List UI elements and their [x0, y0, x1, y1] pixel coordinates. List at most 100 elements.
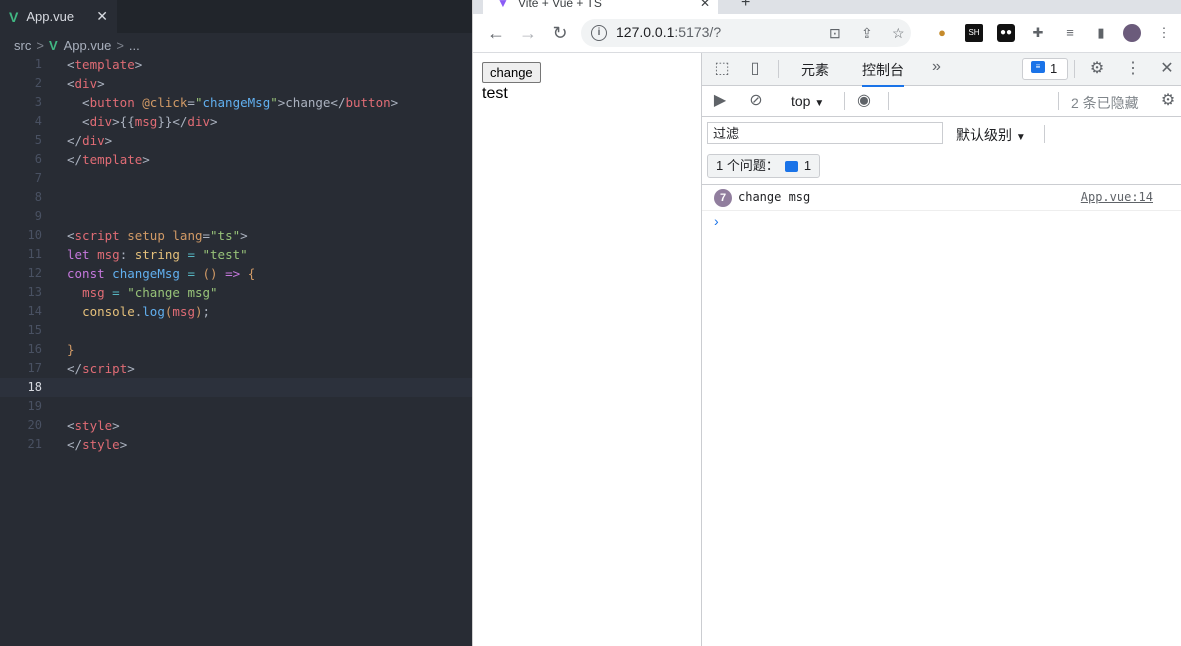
code-token: >	[127, 361, 135, 376]
code-token: changeMsg	[112, 266, 180, 281]
code-token: </	[67, 361, 83, 376]
side-panel-icon[interactable]: ▮	[1092, 24, 1110, 42]
share-icon[interactable]: ⇪	[861, 25, 873, 42]
line-code: <div>{{msg}}</div>	[67, 112, 217, 131]
extension-sh-icon[interactable]: SH	[965, 24, 983, 42]
clear-console-icon[interactable]: ⊘	[746, 91, 766, 111]
code-line[interactable]: 14 console.log(msg);	[0, 302, 472, 321]
reload-icon[interactable]: ↻	[549, 22, 571, 44]
eye-icon[interactable]: ◉	[854, 91, 874, 111]
star-icon[interactable]: ☆	[892, 25, 905, 42]
issues-label: 1 个问题：	[716, 158, 779, 173]
gear-icon[interactable]: ⚙	[1087, 59, 1107, 79]
breadcrumb-file[interactable]: App.vue	[64, 38, 112, 53]
code-token: @click	[142, 95, 188, 110]
code-line[interactable]: 7	[0, 169, 472, 188]
avatar[interactable]	[1123, 24, 1141, 42]
console-settings-gear-icon[interactable]: ⚙	[1158, 91, 1178, 111]
forward-arrow-icon[interactable]: →	[517, 22, 539, 44]
code-editor[interactable]: V App.vue ✕ src > V App.vue > ... 1 <temp…	[0, 0, 472, 646]
console-message-text: change msg	[738, 190, 811, 204]
breadcrumb-more[interactable]: ...	[129, 38, 140, 53]
code-line[interactable]: 19	[0, 397, 472, 416]
change-button[interactable]: change	[482, 62, 541, 83]
code-line[interactable]: 13 msg = "change msg"	[0, 283, 472, 302]
code-line[interactable]: 9	[0, 207, 472, 226]
source-link[interactable]: App.vue:14	[1081, 190, 1153, 204]
line-number: 19	[27, 399, 42, 413]
code-line[interactable]: 2 <div>	[0, 74, 472, 93]
divider	[1044, 125, 1045, 143]
code-token: div	[82, 133, 105, 148]
issues-badge[interactable]: ≡ 1	[1022, 58, 1068, 80]
line-number: 14	[27, 304, 42, 318]
line-code: console.log(msg);	[67, 302, 210, 321]
inspect-icon[interactable]: ⬚	[712, 59, 732, 79]
code-token: =>	[225, 266, 241, 281]
sidebar-toggle-icon[interactable]: ▶	[710, 91, 730, 111]
filter-input[interactable]: 过滤	[707, 122, 943, 144]
cookie-icon[interactable]: ●	[933, 24, 951, 42]
code-line[interactable]: 17 </script>	[0, 359, 472, 378]
editor-tab-bar: V App.vue ✕	[0, 0, 472, 33]
code-line[interactable]: 18	[0, 378, 472, 397]
code-token: style	[82, 437, 120, 452]
browser-tab[interactable]: ▼ Vite + Vue + TS ✕	[483, 0, 718, 14]
code-line[interactable]: 5 </div>	[0, 131, 472, 150]
line-code: </template>	[67, 150, 150, 169]
line-number: 21	[27, 437, 42, 451]
line-number: 7	[34, 171, 42, 185]
code-token: msg	[134, 114, 158, 129]
code-token: msg	[82, 285, 105, 300]
url-text[interactable]: 127.0.0.1:5173/?	[616, 24, 721, 40]
info-icon[interactable]: i	[591, 25, 607, 41]
code-token: msg	[97, 247, 120, 262]
code-line[interactable]: 11 let msg: string = "test"	[0, 245, 472, 264]
code-token: >	[240, 228, 248, 243]
issues-count-button[interactable]: 1 个问题： 1	[707, 154, 821, 178]
tab-elements[interactable]: 元素	[801, 60, 829, 80]
editor-tab-app-vue[interactable]: V App.vue ✕	[0, 0, 117, 33]
line-code: const changeMsg = () => {	[67, 264, 255, 283]
close-icon[interactable]: ✕	[1157, 59, 1177, 79]
media-list-icon[interactable]: ≡	[1061, 24, 1079, 42]
code-line[interactable]: 6 </template>	[0, 150, 472, 169]
more-tabs-icon[interactable]: »	[932, 58, 941, 76]
extension-eyes-icon[interactable]: ●●	[997, 24, 1015, 42]
code-line[interactable]: 16}	[0, 340, 472, 359]
log-level-select[interactable]: 默认级别 ▼	[956, 125, 1026, 145]
breadcrumb-folder[interactable]: src	[14, 38, 31, 53]
code-line[interactable]: 20 <style>	[0, 416, 472, 435]
code-line[interactable]: 15	[0, 321, 472, 340]
back-arrow-icon[interactable]: ←	[485, 22, 507, 44]
code-line[interactable]: 1 <template>	[0, 55, 472, 74]
code-token: <	[67, 418, 75, 433]
tab-console[interactable]: 控制台	[862, 60, 904, 87]
context-select[interactable]: top ▼	[791, 93, 824, 109]
code-area[interactable]: 1 <template> 2 <div> 3 <button @click="chang…	[0, 55, 472, 454]
close-icon[interactable]: ✕	[700, 0, 710, 10]
code-line[interactable]: 4 <div>{{msg}}</div>	[0, 112, 472, 131]
translate-icon[interactable]: ⊡	[829, 25, 841, 42]
close-icon[interactable]: ✕	[96, 8, 108, 25]
browser-tab-strip: ▼ Vite + Vue + TS ✕ +	[473, 0, 1181, 14]
new-tab-button[interactable]: +	[741, 0, 750, 12]
kebab-menu-icon[interactable]: ⋮	[1155, 24, 1173, 42]
puzzle-icon[interactable]: ✚	[1029, 24, 1047, 42]
code-line[interactable]: 8	[0, 188, 472, 207]
code-line[interactable]: 12 const changeMsg = () => {	[0, 264, 472, 283]
code-line[interactable]: 3 <button @click="changeMsg">change</but…	[0, 93, 472, 112]
console-message[interactable]: 7 change msg App.vue:14	[702, 185, 1181, 211]
address-bar[interactable]: i 127.0.0.1:5173/? ⊡ ⇪ ☆	[581, 19, 911, 47]
code-line[interactable]: 21 </style>	[0, 435, 472, 454]
devtools-panel: ⬚ ▯ 元素 控制台 » ≡ 1 ⚙ ⋮ ✕ ▶ ⊘ top ▼ ◉ 2 条已隐…	[701, 53, 1181, 646]
line-number: 11	[27, 247, 42, 261]
kebab-menu-icon[interactable]: ⋮	[1123, 59, 1143, 79]
editor-tab-label: App.vue	[26, 9, 75, 24]
breadcrumb: src > V App.vue > ...	[0, 35, 140, 55]
console-prompt-icon[interactable]: ›	[714, 213, 719, 229]
code-line[interactable]: 10 <script setup lang="ts">	[0, 226, 472, 245]
code-token: >	[97, 76, 105, 91]
device-toggle-icon[interactable]: ▯	[745, 59, 765, 79]
